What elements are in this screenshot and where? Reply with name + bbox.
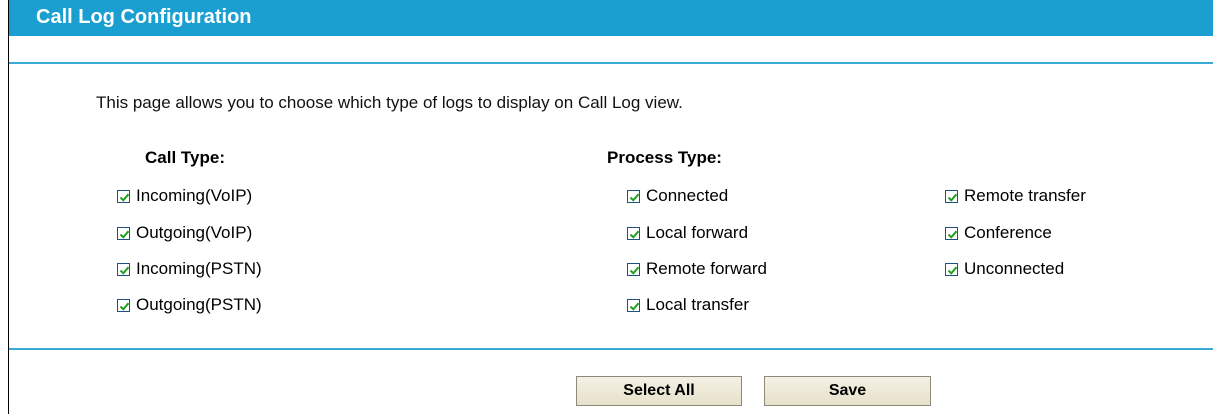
checkbox-remote-transfer[interactable]: Remote transfer bbox=[945, 185, 1086, 207]
title-bar: Call Log Configuration bbox=[9, 0, 1213, 36]
checkbox-conference[interactable]: Conference bbox=[945, 222, 1052, 244]
checkbox-label: Unconnected bbox=[964, 259, 1065, 278]
page-description: This page allows you to choose which typ… bbox=[96, 93, 683, 112]
checkbox-label: Connected bbox=[646, 186, 729, 205]
select-all-button[interactable]: Select All bbox=[576, 376, 742, 406]
checkbox-connected[interactable]: Connected bbox=[627, 185, 728, 207]
call-type-heading: Call Type: bbox=[145, 148, 225, 167]
checkbox-icon[interactable] bbox=[627, 298, 640, 312]
save-button[interactable]: Save bbox=[764, 376, 931, 406]
process-type-heading: Process Type: bbox=[607, 148, 722, 167]
checkbox-icon[interactable] bbox=[627, 189, 640, 203]
checkbox-label: Outgoing(VoIP) bbox=[136, 223, 253, 242]
checkbox-label: Remote transfer bbox=[964, 186, 1086, 205]
checkbox-icon[interactable] bbox=[117, 226, 130, 240]
checkbox-incoming-voip[interactable]: Incoming(VoIP) bbox=[117, 185, 252, 207]
checkbox-outgoing-pstn[interactable]: Outgoing(PSTN) bbox=[117, 294, 262, 316]
checkbox-label: Outgoing(PSTN) bbox=[136, 295, 262, 314]
checkbox-local-transfer[interactable]: Local transfer bbox=[627, 294, 749, 316]
checkbox-icon[interactable] bbox=[117, 262, 130, 276]
checkbox-remote-forward[interactable]: Remote forward bbox=[627, 258, 767, 280]
checkbox-incoming-pstn[interactable]: Incoming(PSTN) bbox=[117, 258, 262, 280]
top-divider bbox=[9, 62, 1213, 64]
checkbox-icon[interactable] bbox=[627, 262, 640, 276]
checkbox-icon[interactable] bbox=[945, 226, 958, 240]
checkbox-label: Incoming(VoIP) bbox=[136, 186, 253, 205]
checkbox-icon[interactable] bbox=[945, 262, 958, 276]
page-title: Call Log Configuration bbox=[36, 6, 252, 28]
checkbox-icon[interactable] bbox=[627, 226, 640, 240]
checkbox-label: Conference bbox=[964, 223, 1052, 242]
checkbox-label: Remote forward bbox=[646, 259, 767, 278]
checkbox-icon[interactable] bbox=[117, 189, 130, 203]
checkbox-label: Local forward bbox=[646, 223, 749, 242]
checkbox-unconnected[interactable]: Unconnected bbox=[945, 258, 1064, 280]
checkbox-icon[interactable] bbox=[945, 189, 958, 203]
checkbox-icon[interactable] bbox=[117, 298, 130, 312]
checkbox-outgoing-voip[interactable]: Outgoing(VoIP) bbox=[117, 222, 252, 244]
checkbox-local-forward[interactable]: Local forward bbox=[627, 222, 748, 244]
checkbox-label: Local transfer bbox=[646, 295, 749, 314]
checkbox-label: Incoming(PSTN) bbox=[136, 259, 262, 278]
bottom-divider bbox=[9, 348, 1213, 350]
